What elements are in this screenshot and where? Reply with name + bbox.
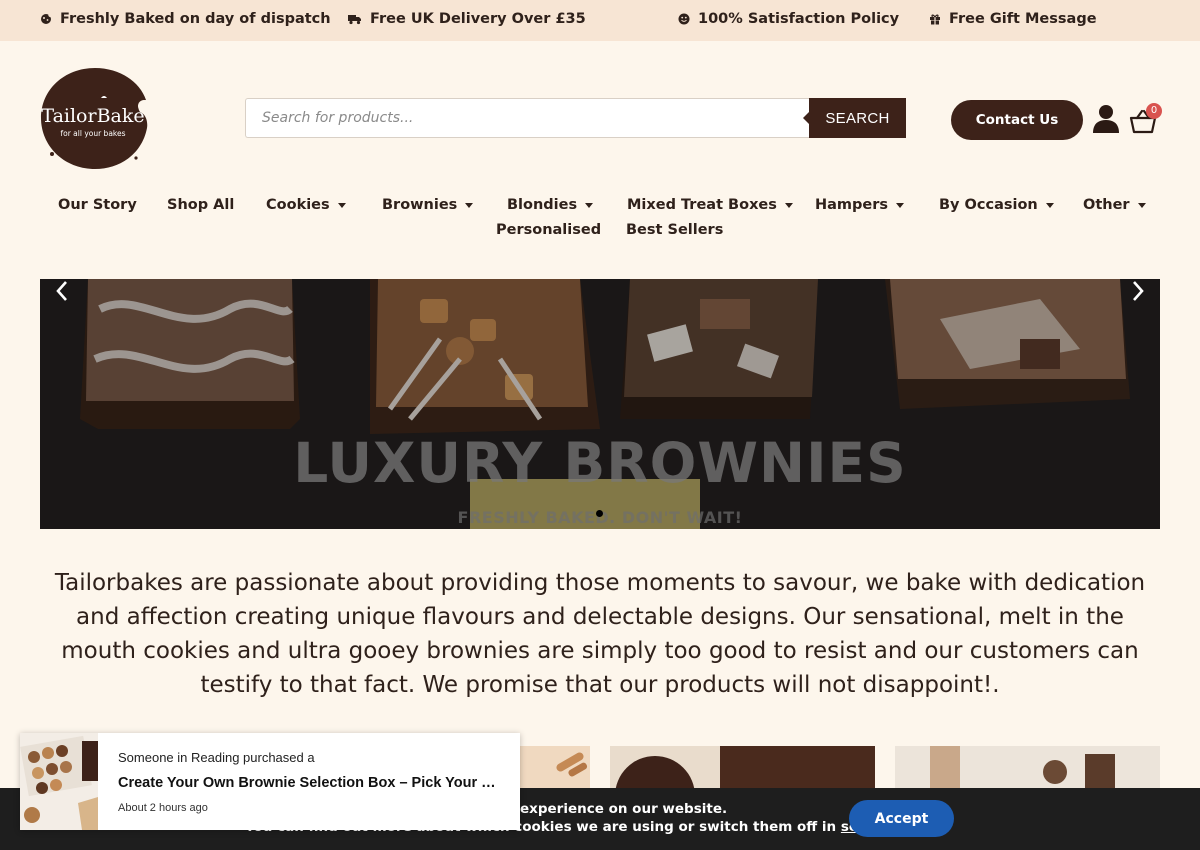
truck-icon bbox=[348, 15, 361, 25]
announcement-delivery: Free UK Delivery Over £35 bbox=[348, 11, 586, 27]
nav-by-occasion[interactable]: By Occasion bbox=[939, 197, 1054, 213]
nav-label: Mixed Treat Boxes bbox=[627, 197, 777, 213]
about-text: Tailorbakes are passionate about providi… bbox=[54, 570, 1146, 698]
caret-down-icon bbox=[1137, 202, 1146, 208]
hero-slider: LUXURY BROWNIES FRESHLY BAKED. DON'T WAI… bbox=[40, 279, 1160, 529]
nav-label: Best Sellers bbox=[626, 222, 724, 238]
caret-down-icon bbox=[585, 202, 594, 208]
main-nav: Our Story Shop All Cookies Brownies Blon… bbox=[0, 190, 1200, 250]
caret-down-icon bbox=[784, 202, 793, 208]
product-card-image[interactable] bbox=[895, 746, 1160, 790]
recent-purchase-popup[interactable]: Someone in Reading purchased a Create Yo… bbox=[20, 733, 520, 830]
product-image bbox=[520, 746, 590, 790]
nav-label: Personalised bbox=[496, 222, 602, 238]
logo-tagline: for all your bakes bbox=[60, 129, 125, 138]
caret-down-icon bbox=[896, 202, 905, 208]
nav-shop-all[interactable]: Shop All bbox=[167, 197, 234, 213]
announcement-gift-label: Free Gift Message bbox=[949, 11, 1097, 27]
nav-label: By Occasion bbox=[939, 197, 1038, 213]
nav-mixed-treat-boxes[interactable]: Mixed Treat Boxes bbox=[627, 197, 793, 213]
announcement-satisfaction: 100% Satisfaction Policy bbox=[678, 11, 899, 27]
nav-best-sellers[interactable]: Best Sellers bbox=[626, 222, 723, 238]
popup-time: About 2 hours ago bbox=[118, 802, 208, 814]
smile-icon bbox=[678, 13, 690, 25]
accept-cookies-button[interactable]: Accept bbox=[849, 800, 954, 837]
slider-dot[interactable] bbox=[596, 510, 603, 517]
cart-count-badge: 0 bbox=[1146, 103, 1162, 119]
nav-personalised[interactable]: Personalised bbox=[496, 222, 601, 238]
chevron-left-icon[interactable] bbox=[52, 279, 72, 303]
product-search: SEARCH bbox=[245, 98, 906, 138]
product-card-image[interactable] bbox=[520, 746, 590, 790]
popup-product-name[interactable]: Create Your Own Brownie Selection Box – … bbox=[118, 775, 498, 791]
search-input[interactable] bbox=[245, 98, 809, 138]
nav-label: Brownies bbox=[382, 197, 458, 213]
product-thumbnail bbox=[20, 733, 98, 830]
product-image bbox=[610, 746, 875, 790]
nav-other[interactable]: Other bbox=[1083, 197, 1146, 213]
product-image bbox=[895, 746, 1160, 790]
search-button[interactable]: SEARCH bbox=[803, 98, 906, 138]
hero-title: LUXURY BROWNIES bbox=[293, 431, 907, 495]
site-logo[interactable]: TailorBake for all your bakes bbox=[40, 66, 150, 170]
caret-down-icon bbox=[1045, 202, 1054, 208]
announcement-delivery-label: Free UK Delivery Over £35 bbox=[370, 11, 586, 27]
announcement-gift: Free Gift Message bbox=[929, 11, 1097, 27]
caret-down-icon bbox=[465, 202, 474, 208]
nav-our-story[interactable]: Our Story bbox=[58, 197, 137, 213]
announcement-fresh-label: Freshly Baked on day of dispatch bbox=[60, 11, 331, 27]
account-icon[interactable] bbox=[1092, 104, 1120, 134]
popup-intro: Someone in Reading purchased a bbox=[118, 750, 315, 765]
nav-label: Other bbox=[1083, 197, 1130, 213]
caret-down-icon bbox=[337, 202, 346, 208]
announcement-satisfaction-label: 100% Satisfaction Policy bbox=[698, 11, 900, 27]
nav-label: Our Story bbox=[58, 197, 137, 213]
chevron-right-icon[interactable] bbox=[1128, 279, 1148, 303]
logo-text: TailorBake bbox=[41, 105, 144, 127]
nav-label: Blondies bbox=[507, 197, 578, 213]
announcement-bar: Freshly Baked on day of dispatch Free UK… bbox=[0, 0, 1200, 41]
nav-label: Shop All bbox=[167, 197, 235, 213]
gift-icon bbox=[930, 14, 940, 25]
cookie-notice-line1: experience on our website. bbox=[520, 801, 728, 817]
nav-blondies[interactable]: Blondies bbox=[507, 197, 594, 213]
nav-cookies[interactable]: Cookies bbox=[266, 197, 346, 213]
contact-us-button[interactable]: Contact Us bbox=[951, 100, 1083, 140]
nav-label: Hampers bbox=[815, 197, 889, 213]
nav-hampers[interactable]: Hampers bbox=[815, 197, 905, 213]
logo-graphic: TailorBake for all your bakes bbox=[41, 68, 150, 169]
cookie-icon bbox=[41, 13, 52, 24]
announcement-fresh: Freshly Baked on day of dispatch bbox=[40, 11, 331, 27]
nav-label: Cookies bbox=[266, 197, 330, 213]
nav-brownies[interactable]: Brownies bbox=[382, 197, 474, 213]
product-card-image[interactable] bbox=[610, 746, 875, 790]
